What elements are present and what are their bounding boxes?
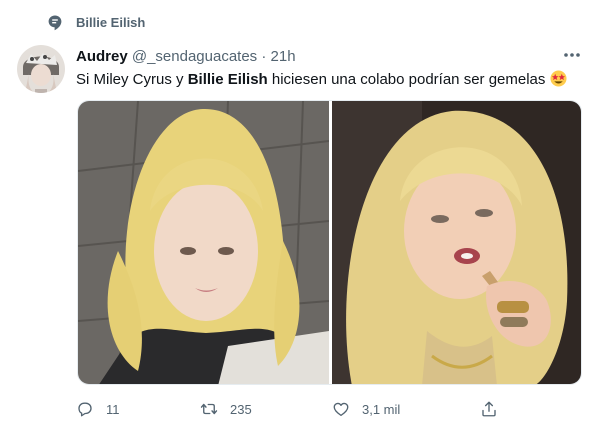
tweet-actions: 11 235 3,1 mil xyxy=(76,396,516,422)
tweet-header: Audrey @_sendaguacates · 21h xyxy=(76,48,296,65)
more-horizontal-icon xyxy=(564,53,580,57)
reply-count: 11 xyxy=(106,401,120,417)
topic-bar[interactable]: Billie Eilish xyxy=(0,0,600,40)
retweet-button[interactable]: 235 xyxy=(200,396,252,422)
tweet-time[interactable]: 21h xyxy=(271,48,296,65)
reply-icon xyxy=(78,402,92,417)
tweet-text-part2: hiciesen una colabo podrían ser gemelas xyxy=(267,71,546,88)
like-count: 3,1 mil xyxy=(362,401,401,417)
topic-label: Billie Eilish xyxy=(76,15,146,30)
share-icon xyxy=(482,401,496,417)
tweet-media[interactable] xyxy=(77,100,582,385)
photo-left[interactable] xyxy=(78,101,329,385)
retweet-count: 235 xyxy=(230,401,252,417)
header-separator: · xyxy=(261,48,267,65)
tweet-text-part1: Si Miley Cyrus y xyxy=(76,71,188,88)
topic-bubble-icon xyxy=(48,15,62,31)
like-button[interactable]: 3,1 mil xyxy=(332,396,400,422)
star-struck-emoji-icon xyxy=(550,70,567,87)
author-name[interactable]: Audrey xyxy=(76,48,128,65)
heart-icon xyxy=(333,402,349,417)
author-handle[interactable]: @_sendaguacates xyxy=(132,48,257,65)
share-button[interactable] xyxy=(480,396,498,422)
avatar[interactable] xyxy=(17,45,65,93)
tweet-text-bold: Billie Eilish xyxy=(187,71,268,88)
reply-button[interactable]: 11 xyxy=(76,396,120,422)
more-button[interactable] xyxy=(560,47,584,63)
photo-right[interactable] xyxy=(332,101,582,385)
avatar-image xyxy=(17,45,65,93)
retweet-icon xyxy=(200,403,218,415)
tweet-text: Si Miley Cyrus y Billie Eilish hiciesen … xyxy=(76,70,567,88)
